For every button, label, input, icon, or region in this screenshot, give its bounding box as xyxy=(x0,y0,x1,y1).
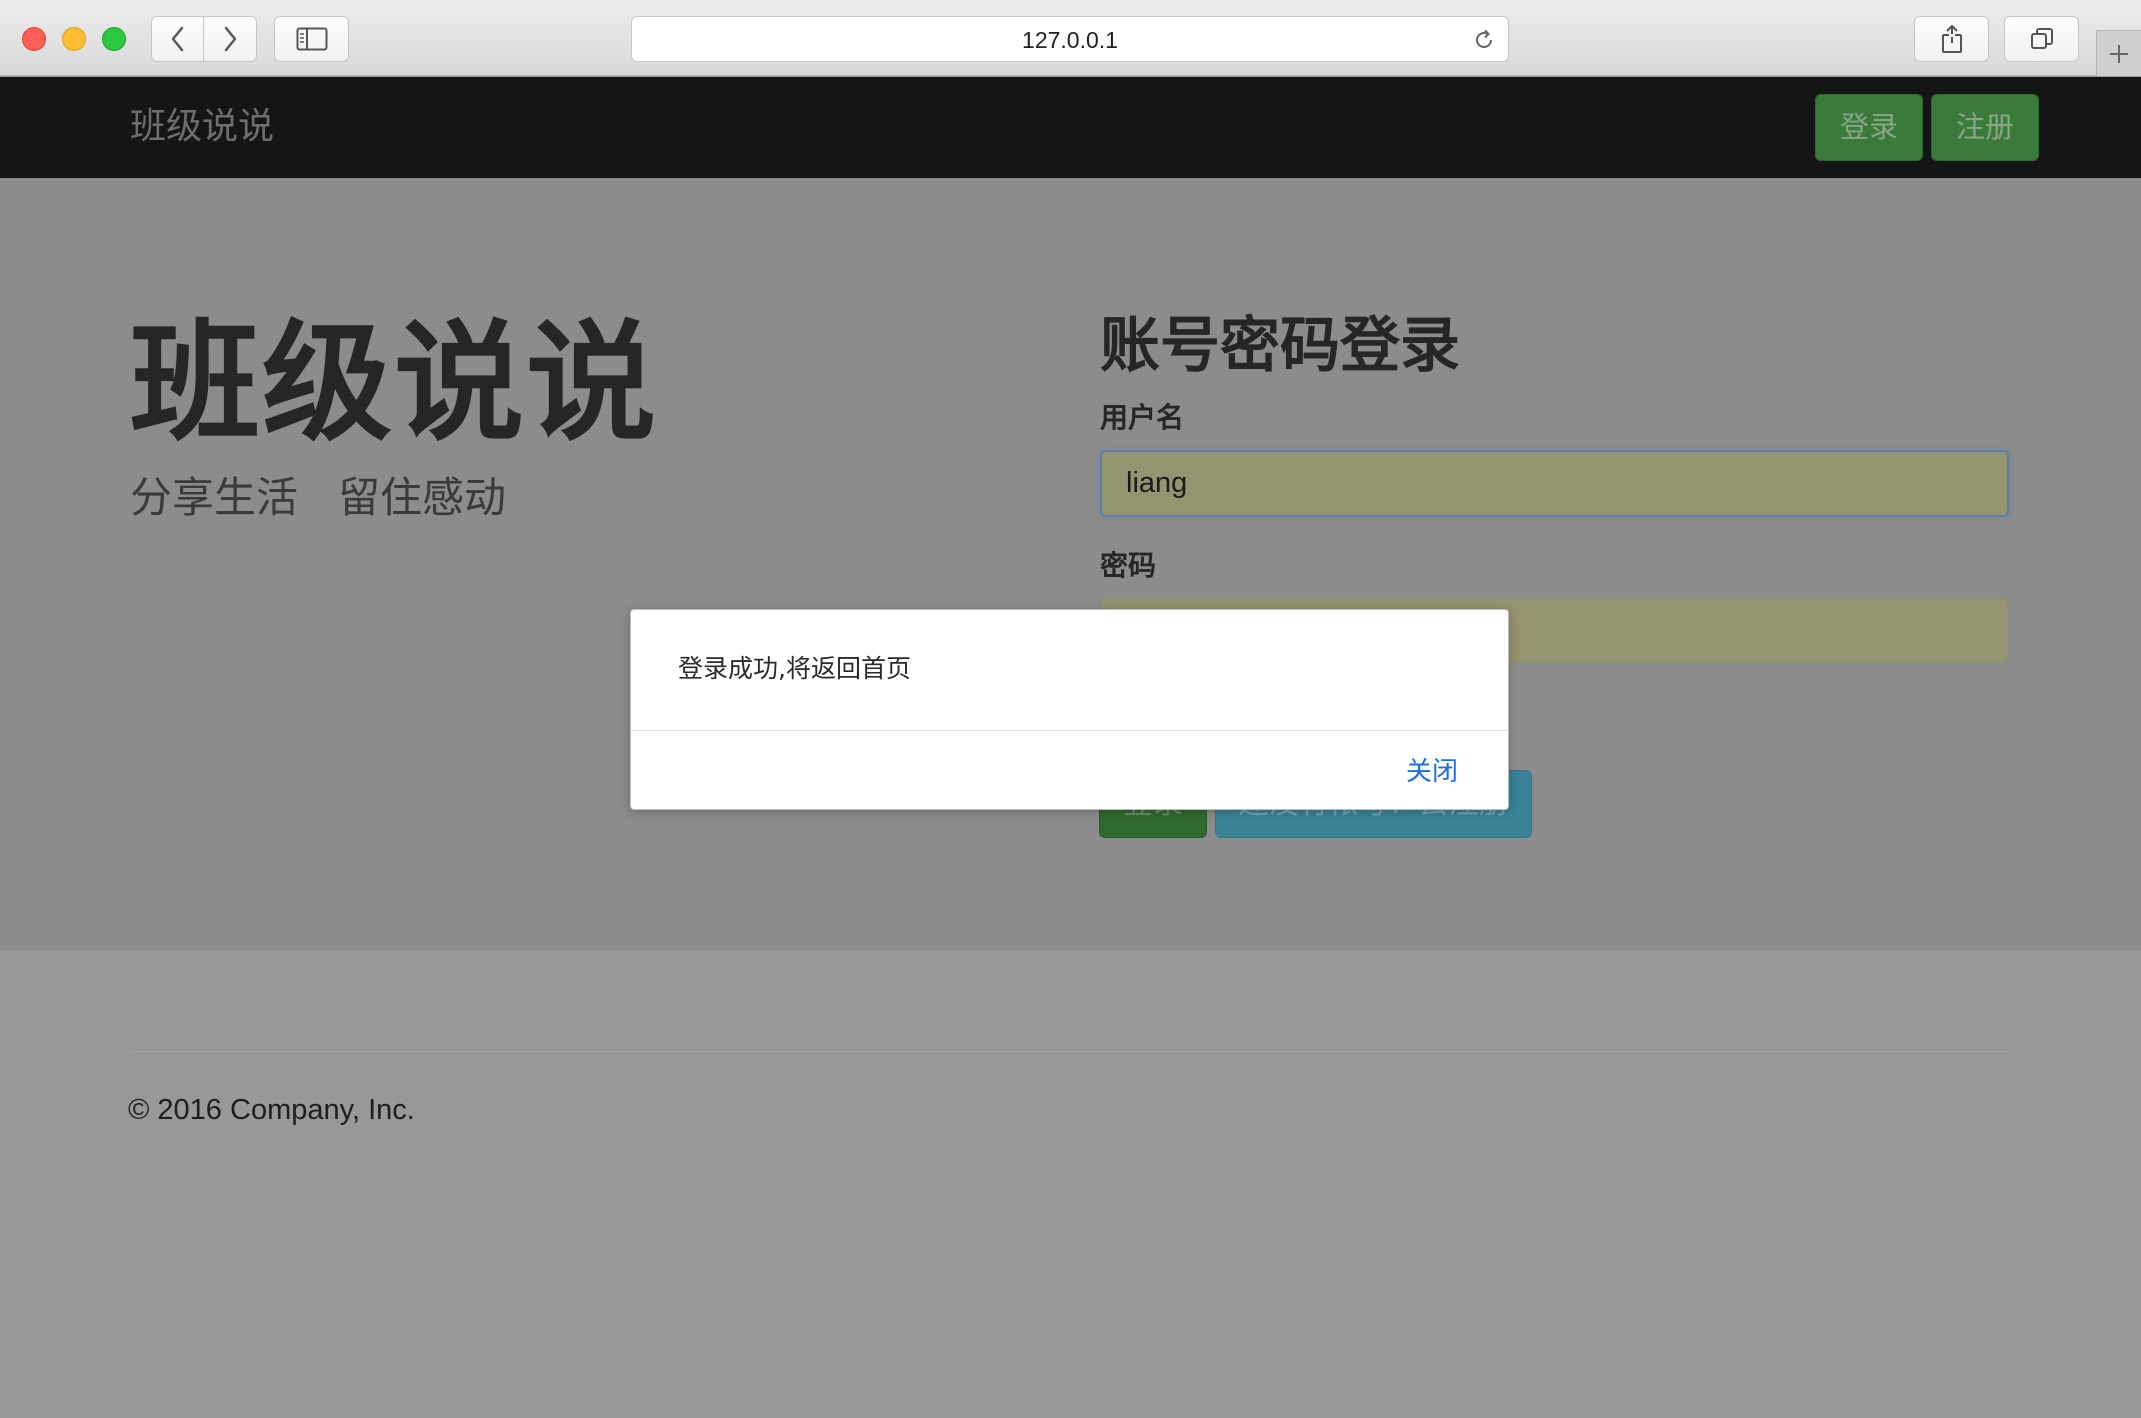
username-label: 用户名 xyxy=(1100,401,1185,434)
share-button[interactable] xyxy=(1914,16,1989,62)
hero-title: 班级说说 xyxy=(130,307,659,459)
username-input[interactable]: liang xyxy=(1100,450,2009,517)
forward-button[interactable] xyxy=(204,16,257,62)
brand-link[interactable]: 班级说说 xyxy=(130,77,274,177)
nav-login-button[interactable]: 登录 xyxy=(1815,94,1923,161)
login-form-title: 账号密码登录 xyxy=(1100,311,1460,381)
password-label: 密码 xyxy=(1100,549,1157,582)
share-icon xyxy=(1941,24,1962,53)
hero-section: 班级说说 分享生活 留住感动 账号密码登录 用户名 liang 密码 登录 还没… xyxy=(0,178,2141,950)
top-navbar: 班级说说 登录 注册 xyxy=(0,77,2141,178)
new-tab-button[interactable] xyxy=(2096,30,2141,76)
nav-register-button[interactable]: 注册 xyxy=(1931,94,2039,161)
sidebar-toggle-button[interactable] xyxy=(274,16,349,62)
browser-toolbar: 127.0.0.1 xyxy=(0,0,2141,76)
tabs-icon xyxy=(2030,28,2053,49)
footer-divider xyxy=(130,1051,2010,1052)
alert-dialog: 登录成功,将返回首页 关闭 xyxy=(630,609,1509,810)
plus-icon xyxy=(2110,44,2128,63)
zoom-window-button[interactable] xyxy=(102,27,126,51)
alert-divider xyxy=(631,730,1508,731)
address-bar[interactable]: 127.0.0.1 xyxy=(631,16,1509,62)
minimize-window-button[interactable] xyxy=(62,27,86,51)
chevron-right-icon xyxy=(224,26,237,52)
footer-copyright: © 2016 Company, Inc. xyxy=(128,1094,415,1126)
sidebar-icon xyxy=(296,27,327,51)
reload-icon[interactable] xyxy=(1472,28,1496,52)
alert-close-button[interactable]: 关闭 xyxy=(1406,755,1458,789)
back-button[interactable] xyxy=(151,16,204,62)
chevron-left-icon xyxy=(171,26,183,52)
hero-subtitle: 分享生活 留住感动 xyxy=(130,473,507,522)
close-window-button[interactable] xyxy=(22,27,46,51)
tab-overview-button[interactable] xyxy=(2004,16,2079,62)
alert-message: 登录成功,将返回首页 xyxy=(678,654,911,683)
url-text: 127.0.0.1 xyxy=(1022,27,1118,53)
